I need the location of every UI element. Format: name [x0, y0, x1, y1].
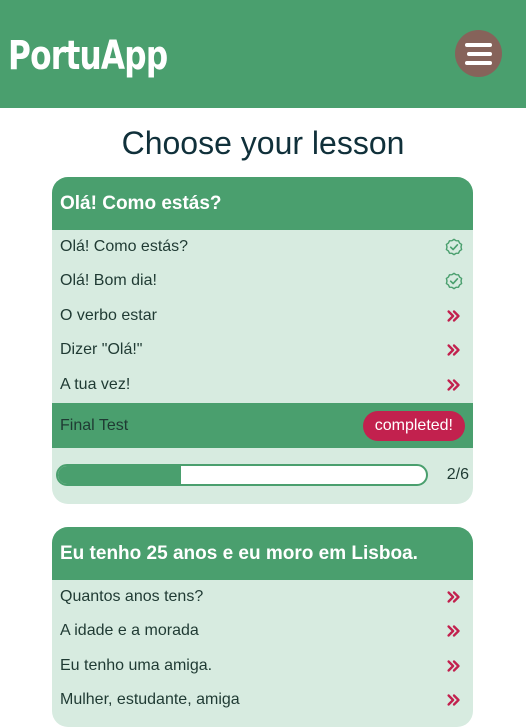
- double-chevron-right-icon: [447, 344, 460, 356]
- lesson-item[interactable]: Olá! Bom dia!: [52, 264, 473, 298]
- lesson-label: A tua vez!: [60, 375, 131, 393]
- progress-bar-fill: [58, 465, 181, 484]
- final-test-label: Final Test: [60, 416, 129, 434]
- lesson-label: Dizer "Olá!": [60, 341, 143, 359]
- unit-card: Eu tenho 25 anos e eu moro em Lisboa. Qu…: [52, 527, 473, 727]
- double-chevron-right-icon: [447, 591, 460, 603]
- completed-badge: completed!: [362, 410, 465, 441]
- lesson-label: A idade e a morada: [60, 622, 199, 640]
- lesson-item[interactable]: Eu tenho uma amiga.: [52, 649, 473, 683]
- lesson-label: Olá! Como estás?: [60, 238, 189, 255]
- page-title: Choose your lesson: [121, 125, 405, 161]
- hamburger-menu-icon[interactable]: [455, 30, 502, 77]
- lesson-item[interactable]: A idade e a morada: [52, 614, 473, 648]
- lesson-item[interactable]: A tua vez!: [52, 368, 473, 402]
- progress-bar: [56, 463, 428, 486]
- lesson-label: Quantos anos tens?: [60, 588, 204, 605]
- lesson-item[interactable]: Mulher, estudante, amiga: [52, 683, 473, 717]
- progress-count: 2/6: [446, 465, 469, 483]
- lesson-label: Mulher, estudante, amiga: [60, 691, 240, 709]
- unit-title[interactable]: Olá! Como estás?: [52, 177, 473, 230]
- app-brand[interactable]: PortuApp: [8, 30, 168, 82]
- lesson-label: Eu tenho uma amiga.: [60, 656, 213, 674]
- double-chevron-right-icon: [447, 625, 460, 638]
- unit-progress: 2/6: [52, 448, 473, 503]
- lesson-item[interactable]: Quantos anos tens?: [52, 580, 473, 614]
- check-circle-icon: [445, 272, 463, 290]
- double-chevron-right-icon: [447, 378, 460, 391]
- double-chevron-right-icon: [447, 660, 460, 672]
- check-circle-icon: [445, 238, 463, 256]
- final-test-row[interactable]: Final Test completed!: [52, 402, 473, 448]
- unit-title[interactable]: Eu tenho 25 anos e eu moro em Lisboa.: [52, 527, 473, 580]
- double-chevron-right-icon: [447, 310, 460, 322]
- lesson-label: O verbo estar: [60, 306, 157, 324]
- lesson-label: Olá! Bom dia!: [60, 272, 157, 290]
- lesson-item[interactable]: Olá! Como estás?: [52, 230, 473, 264]
- lesson-item[interactable]: Dizer "Olá!": [52, 333, 473, 367]
- lesson-item[interactable]: O verbo estar: [52, 299, 473, 333]
- app-header: PortuApp: [0, 0, 526, 108]
- unit-card: Olá! Como estás? Olá! Como estás? Olá! B…: [52, 177, 473, 504]
- double-chevron-right-icon: [447, 694, 460, 706]
